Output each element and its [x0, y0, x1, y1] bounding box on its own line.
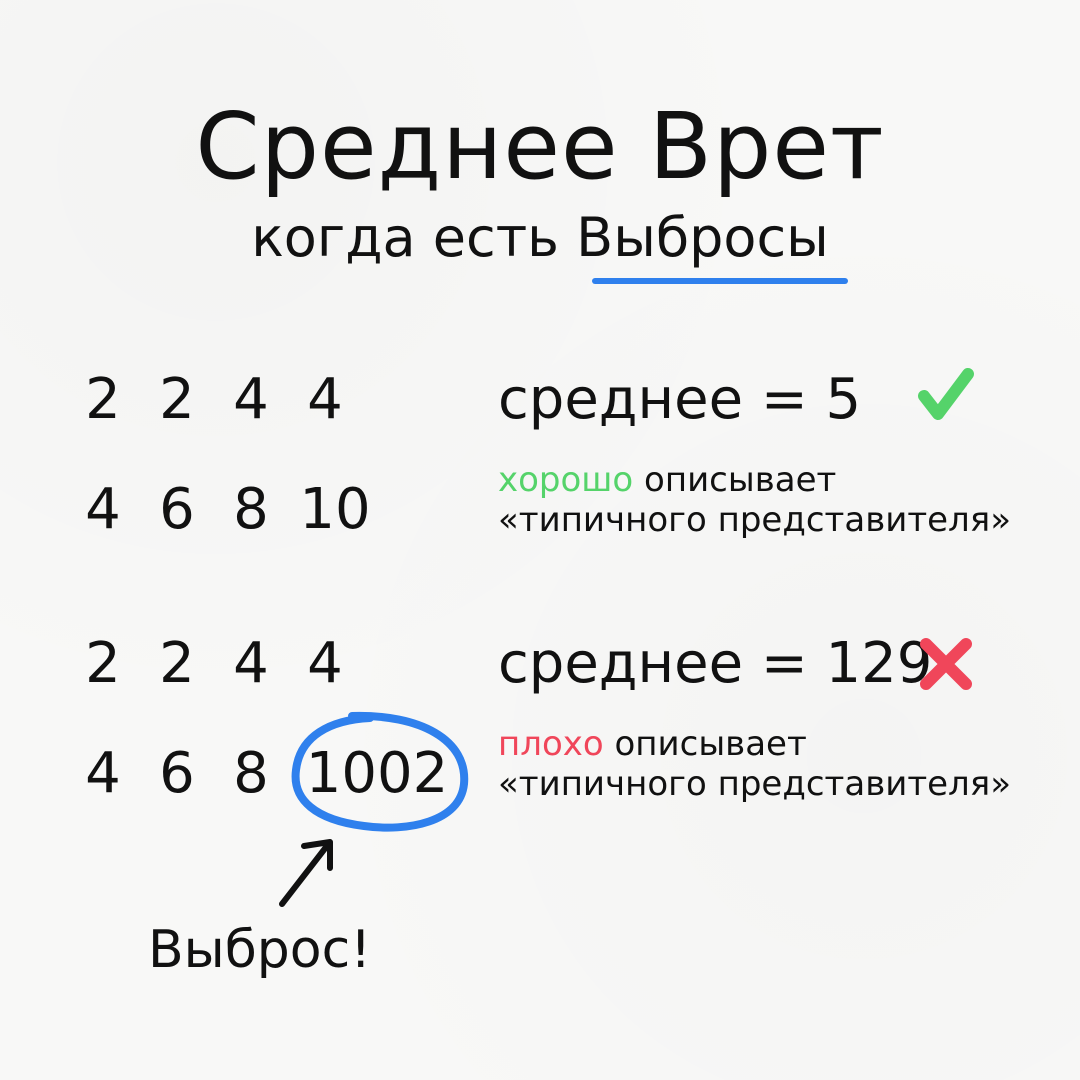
- good-description-rest: описывает: [633, 460, 837, 500]
- subtitle-underline: [592, 278, 848, 284]
- bad-row1-num-1: 2: [85, 631, 121, 696]
- good-mean-formula: среднее = 5: [498, 367, 862, 432]
- good-row2-num-3: 8: [233, 477, 269, 542]
- outlier-value: 1002: [305, 741, 449, 806]
- good-row2-num-2: 6: [159, 477, 195, 542]
- page-title: Среднее Врет: [195, 93, 885, 200]
- good-row1-num-3: 4: [233, 367, 269, 432]
- good-row1-num-1: 2: [85, 367, 121, 432]
- bad-row1-num-4: 4: [307, 631, 343, 696]
- bad-verdict-word: плохо: [498, 724, 604, 764]
- bad-row1-num-3: 4: [233, 631, 269, 696]
- good-row2-num-4: 10: [299, 477, 371, 542]
- bad-description-rest: описывает: [603, 724, 807, 764]
- page-subtitle: когда есть Выбросы: [251, 206, 829, 269]
- check-icon: [916, 366, 976, 426]
- bad-row2-num-3: 8: [233, 741, 269, 806]
- outlier-label: Выброс!: [148, 920, 372, 980]
- cross-icon: [916, 634, 976, 694]
- bad-description-line1: плохо описывает: [498, 724, 807, 765]
- bad-row2-num-1: 4: [85, 741, 121, 806]
- bad-row2-num-2: 6: [159, 741, 195, 806]
- good-row1-num-4: 4: [307, 367, 343, 432]
- bad-mean-formula: среднее = 129: [498, 631, 933, 696]
- bad-description-line2: «типичного представителя»: [498, 764, 1012, 804]
- good-description-line2: «типичного представителя»: [498, 500, 1012, 540]
- good-row1-num-2: 2: [159, 367, 195, 432]
- bad-row1-num-2: 2: [159, 631, 195, 696]
- good-description-line1: хорошо описывает: [498, 460, 836, 501]
- good-verdict-word: хорошо: [498, 460, 634, 500]
- good-row2-num-1: 4: [85, 477, 121, 542]
